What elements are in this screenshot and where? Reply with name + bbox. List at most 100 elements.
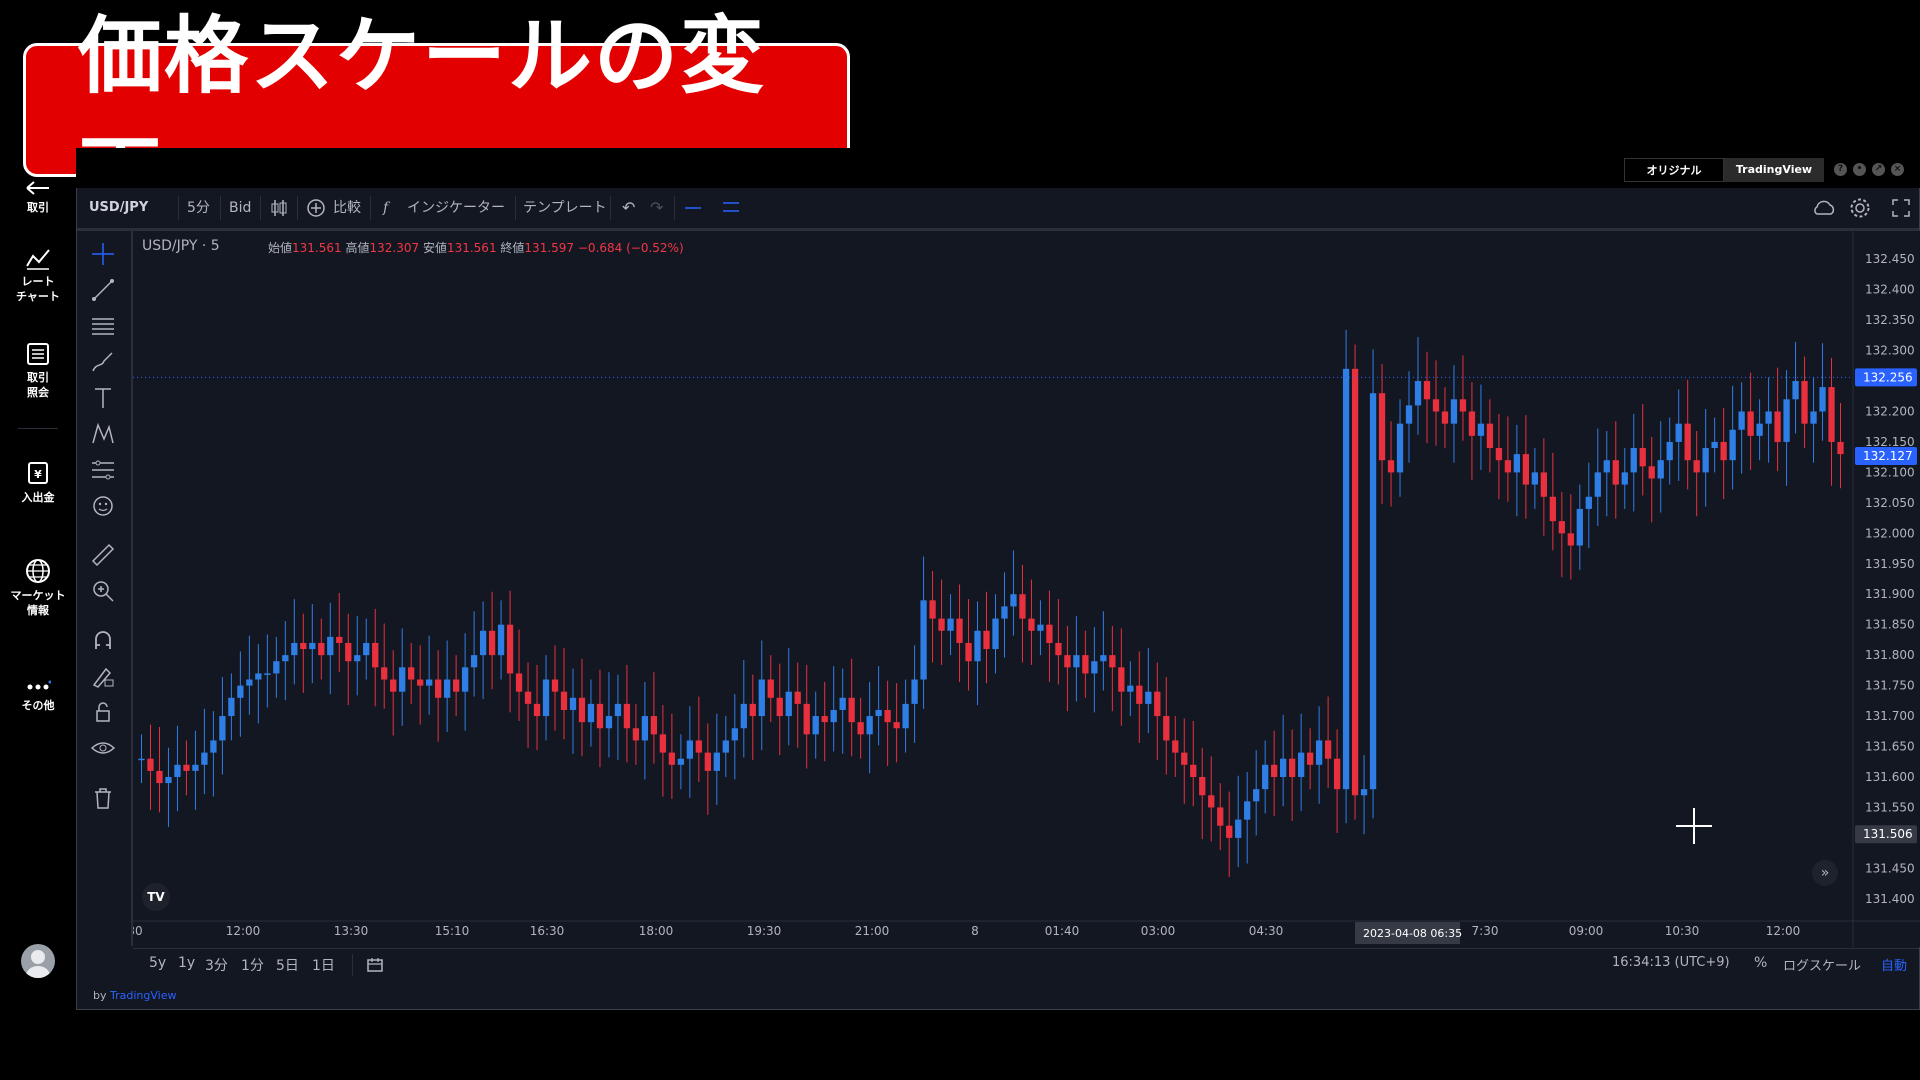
nav-item-market-info[interactable]: マーケット 情報 [0,558,76,618]
candle-body [1459,399,1467,412]
symbol-button[interactable]: USD/JPY [89,188,148,228]
candle-body [1127,685,1134,692]
zoom-tool-icon[interactable] [90,578,116,604]
candle-body [1001,606,1008,619]
nav-item-trade-inquiry[interactable]: 取引 照会 [0,342,76,400]
forecast-tool-icon[interactable] [90,457,116,483]
candle-body [1585,496,1592,509]
candle-body [893,722,900,729]
candle-body [399,667,406,692]
fib-tool-icon[interactable] [90,313,116,339]
trendline-tool-icon[interactable] [90,277,116,303]
legend-change: −0.684 (−0.52%) [577,241,684,255]
range-5d[interactable]: 5日 [276,955,299,975]
nav-item-deposit[interactable]: ¥ 入出金 [0,460,76,505]
candle-body [866,716,873,735]
undo-icon[interactable]: ↶ [622,188,635,228]
candle-body [524,691,532,704]
settings-icon[interactable] [1849,197,1871,219]
fullscreen-icon[interactable] [1891,198,1911,218]
goto-date-icon[interactable] [366,956,384,974]
candle-body [1792,381,1799,400]
candle-type-icon[interactable] [270,198,288,218]
time-tick-label: 12:00 [1766,924,1801,938]
time-tick-label: 15:10 [435,924,470,938]
line-style-icon[interactable] [684,204,702,212]
range-3m[interactable]: 3分 [205,955,228,975]
candle-body [1172,740,1179,753]
price-type-button[interactable]: Bid [229,188,251,228]
ruler-tool-icon[interactable] [90,542,116,568]
range-1y[interactable]: 1y [178,955,195,971]
candle-body [767,679,774,698]
candle-body [174,764,181,777]
indicators-button[interactable]: インジケーター [407,188,505,228]
toggle-tradingview[interactable]: TradingView [1724,158,1824,182]
current-price-label: 132.256 [1863,370,1913,384]
candle-body [857,722,864,735]
trash-icon[interactable] [90,785,116,811]
candle-body [327,636,334,656]
help-icon[interactable]: ? [1834,163,1847,176]
popout-icon[interactable]: ↗ [1872,163,1885,176]
candle-body [920,600,927,680]
candle-body [1235,819,1242,838]
candle-body [1396,423,1404,473]
nav-item-more[interactable]: その他 [0,680,76,713]
candle-body [1262,764,1269,790]
compare-button[interactable]: 比較 [333,188,361,228]
price-chart[interactable]: 132.450132.400132.350132.300132.250132.2… [133,231,1920,947]
user-avatar[interactable] [21,944,55,978]
candle-body [1828,387,1835,442]
close-icon[interactable]: × [1891,163,1904,176]
tradingview-link[interactable]: TradingView [110,989,176,1002]
range-1d[interactable]: 1日 [312,955,335,975]
candle-body [372,642,379,668]
candle-body [1351,368,1359,796]
candle-body [426,679,433,686]
candle-body [740,703,747,729]
candle-body [1504,460,1512,473]
candle-body [336,636,343,643]
nav-item-rate-chart[interactable]: レート チャート [0,248,76,304]
scroll-right-icon[interactable]: » [1812,860,1838,886]
range-5y[interactable]: 5y [149,955,166,971]
crosshair-tool-icon[interactable] [90,241,116,267]
price-tick-label: 131.400 [1865,892,1915,906]
brush-tool-icon[interactable] [90,349,116,375]
candle-body [587,703,595,723]
price-tick-label: 132.350 [1865,313,1915,327]
candle-body [345,642,352,662]
candle-body [138,758,145,761]
text-tool-icon[interactable] [90,385,116,411]
interval-button[interactable]: 5分 [187,188,210,228]
visibility-icon[interactable] [90,735,116,761]
cloud-icon[interactable] [1811,198,1837,218]
candle-body [201,752,208,765]
settings-small-icon[interactable]: • [1853,163,1866,176]
toggle-original[interactable]: オリジナル [1624,158,1724,182]
magnet-tool-icon[interactable] [90,627,116,653]
redo-icon[interactable]: ↷ [650,188,663,228]
lock-drawing-icon[interactable] [90,663,116,689]
candle-body [938,618,945,631]
range-1m[interactable]: 1分 [241,955,264,975]
candle-body [1208,795,1215,808]
nav-item-trade[interactable]: 取引 [0,180,76,215]
nav-label-trade-inquiry: 取引 照会 [27,371,49,399]
templates-button[interactable]: テンプレート [523,188,607,228]
candle-body [713,752,720,771]
candle-body [929,600,936,619]
candle-body [1549,496,1556,522]
emoji-tool-icon[interactable] [90,493,116,519]
pattern-tool-icon[interactable] [90,421,116,447]
auto-scale-toggle[interactable]: 自動 [1881,955,1907,974]
layout-icon[interactable] [722,200,740,214]
log-scale-toggle[interactable]: ログスケール [1783,955,1861,974]
percent-toggle[interactable]: % [1754,955,1767,971]
legend-open: 131.561 [292,241,342,255]
time-tick-label: 8 [971,924,979,938]
price-tick-label: 132.300 [1865,344,1915,358]
candle-body [884,709,891,723]
lock-icon[interactable] [90,699,116,725]
